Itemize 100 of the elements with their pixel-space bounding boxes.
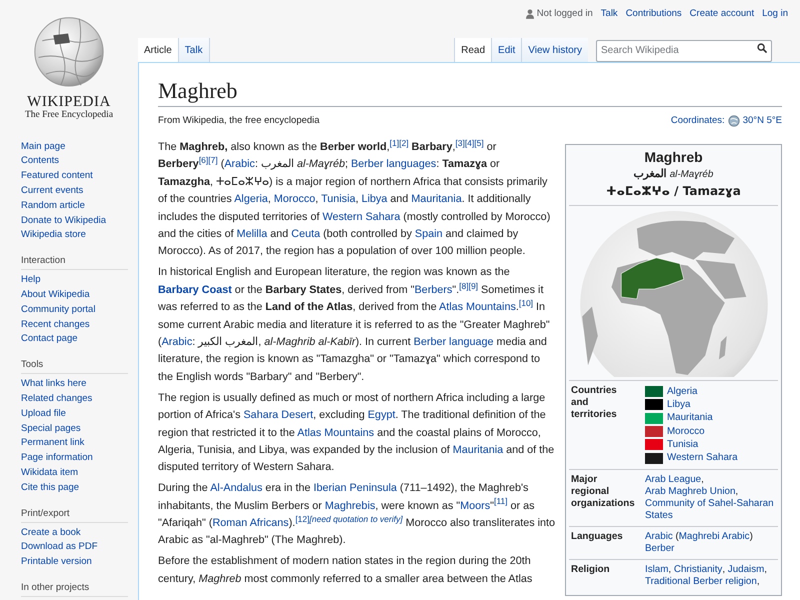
country-link[interactable]: Morocco	[667, 426, 705, 438]
inline-link[interactable]: Christianity	[674, 564, 722, 576]
citation-link[interactable]: [8][9]	[459, 280, 478, 290]
personal-link[interactable]: Log in	[762, 8, 788, 20]
page-title: Maghreb	[158, 78, 782, 107]
sidebar-link[interactable]: Featured content	[21, 169, 128, 184]
inline-link[interactable]: Tunisia	[321, 193, 356, 206]
sidebar-link[interactable]: Wikidata item	[21, 466, 128, 481]
citation-link[interactable]: [12]	[295, 514, 310, 524]
inline-link[interactable]: Mauritania	[411, 193, 462, 206]
sidebar-link[interactable]: Contact page	[21, 332, 128, 348]
sidebar-heading: Tools	[21, 358, 128, 374]
inline-link[interactable]: Berber language	[414, 336, 494, 348]
wikipedia-wordmark[interactable]: WIKIPEDIA	[27, 94, 111, 110]
sidebar-link[interactable]: Recent changes	[21, 318, 128, 332]
sidebar-link[interactable]: Current events	[21, 184, 128, 199]
inline-link[interactable]: Ceuta	[291, 228, 320, 240]
inline-link[interactable]: Algeria	[234, 193, 268, 206]
citation-needed-link[interactable]: [need quotation to verify]	[310, 514, 403, 524]
sidebar-link[interactable]: About Wikipedia	[21, 288, 128, 303]
infobox-label: Countries and territories	[571, 385, 618, 422]
inline-link[interactable]: Melilla	[236, 228, 268, 240]
inline-link[interactable]: Al-Andalus	[210, 482, 262, 494]
inline-link[interactable]: Atlas Mountains	[439, 301, 516, 314]
sidebar-link[interactable]: Community portal	[21, 302, 128, 318]
country-link[interactable]: Libya	[667, 398, 690, 411]
citation-link[interactable]: [6][7]	[198, 155, 218, 166]
inline-link[interactable]: Libya	[361, 193, 388, 206]
sidebar-link[interactable]: Related changes	[21, 392, 128, 407]
page-tab[interactable]: Talk	[178, 38, 210, 62]
personal-link[interactable]: Contributions	[626, 8, 682, 20]
view-tab[interactable]: Edit	[491, 38, 522, 62]
view-tab[interactable]: View history	[521, 38, 588, 62]
citation-link[interactable]: [3][4][5]	[455, 138, 484, 148]
inline-link[interactable]: Atlas Mountains	[297, 426, 374, 438]
inline-link[interactable]: Iberian Peninsula	[313, 482, 397, 494]
inline-link[interactable]: Sahara Desert	[243, 409, 314, 422]
inline-link[interactable]: Maghrebi Arabic	[678, 530, 750, 543]
inline-link[interactable]: Moors	[460, 500, 490, 512]
sidebar-link[interactable]: Contents	[21, 154, 128, 170]
infobox-arabic-name: المغرب	[634, 167, 667, 181]
sidebar-link[interactable]: Create a book	[21, 526, 128, 540]
country-link[interactable]: Algeria	[667, 386, 698, 398]
infobox-label: Languages	[571, 530, 624, 544]
inline-link[interactable]: Arabic	[645, 530, 673, 543]
inline-link[interactable]: Morocco	[274, 193, 316, 206]
inline-link[interactable]: Community of Sahel-Saharan States	[645, 498, 776, 522]
globe-icon	[728, 115, 740, 127]
inline-link[interactable]: Traditional Berber religion	[645, 576, 757, 588]
infobox-tifinagh-name: ⵜⴰⵎⴰⵣⵖⴰ / Tamazɣa	[606, 183, 741, 200]
sidebar-heading: Print/export	[21, 506, 128, 523]
coordinates-value[interactable]: 30°N 5°E	[742, 115, 782, 127]
search-field[interactable]: Search Wikipedia	[596, 40, 772, 62]
inline-link[interactable]: Arabic	[224, 158, 255, 170]
sidebar-link[interactable]: Permanent link	[21, 436, 128, 452]
article-paragraph: Before the establishment of modern nation states in the region during the 20th century, Maghreb most commonly referred to a smaller area between the Atlas	[158, 554, 534, 587]
sidebar-link[interactable]: Wikipedia store	[21, 228, 128, 244]
sidebar-link[interactable]: Printable version	[21, 555, 128, 570]
inline-link[interactable]: Arabic	[162, 336, 192, 348]
inline-link[interactable]: Spain	[414, 228, 443, 240]
infobox-label: Religion	[571, 564, 611, 577]
infobox-value: Arabic (Maghrebi Arabic) Berber	[645, 530, 754, 555]
inline-link[interactable]: Western Sahara	[322, 210, 400, 223]
sidebar-link[interactable]: Cite this page	[21, 480, 128, 496]
inline-link[interactable]: Maghrebis	[324, 500, 376, 512]
personal-link[interactable]: Create account	[690, 8, 754, 20]
sidebar-link[interactable]: Page information	[21, 451, 128, 466]
sidebar-link[interactable]: Main page	[21, 140, 128, 154]
sidebar-link[interactable]: Upload file	[21, 406, 128, 422]
country-link[interactable]: Mauritania	[667, 412, 713, 424]
inline-link[interactable]: Islam	[645, 564, 668, 576]
view-tab[interactable]: Read	[454, 38, 492, 62]
sidebar-heading: Interaction	[21, 254, 128, 270]
sidebar-link[interactable]: Donate to Wikipedia	[21, 214, 128, 228]
sidebar-link[interactable]: Special pages	[21, 422, 128, 436]
citation-link[interactable]: [1][2]	[390, 138, 409, 148]
inline-link[interactable]: Judaism	[728, 564, 764, 576]
sidebar-link[interactable]: Download as PDF	[21, 540, 128, 556]
page-tab[interactable]: Article	[138, 38, 179, 62]
citation-link[interactable]: [10]	[518, 298, 534, 308]
inline-link[interactable]: Berber	[645, 542, 674, 555]
sidebar-link[interactable]: Random article	[21, 198, 128, 214]
country-link[interactable]: Western Sahara	[667, 452, 738, 464]
citation-link[interactable]: [11]	[494, 496, 508, 506]
inline-link[interactable]: Berber languages	[350, 158, 436, 170]
logo-tagline: The Free Encyclopedia	[24, 110, 114, 121]
inline-link[interactable]: Mauritania	[452, 444, 504, 456]
coordinates-label[interactable]: Coordinates:	[670, 115, 725, 127]
inline-link[interactable]: Berbers	[414, 284, 452, 296]
inline-link[interactable]: Arab Maghreb Union	[645, 486, 736, 498]
search-icon[interactable]	[757, 43, 767, 53]
inline-link[interactable]: Barbary Coast	[158, 284, 232, 296]
inline-link[interactable]: Arab League	[645, 474, 702, 486]
article-paragraph: During the Al-Andalus era in the Iberian Peninsula (711–1492), the Maghreb's inhabitants, the Muslim Berbers or Maghrebis, were known as "Moors"$^{[11]}$ or as "Afariqah" (Roman Africans).$^{[12]}$[need quotation to verify] Morocco also transliterates into Arabic as "al-Maghreb" (The Maghreb).	[158, 481, 555, 548]
country-link[interactable]: Tunisia	[667, 438, 698, 451]
sidebar-link[interactable]: What links here	[21, 377, 128, 392]
inline-link[interactable]: Roman Africans	[212, 517, 289, 530]
personal-link[interactable]: Talk	[600, 8, 618, 20]
sidebar-link[interactable]: Help	[21, 273, 128, 288]
inline-link[interactable]: Egypt	[368, 409, 396, 422]
